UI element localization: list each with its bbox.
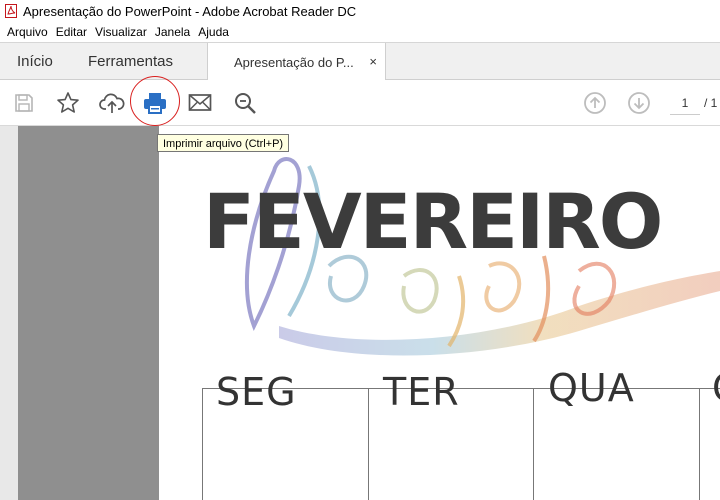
menu-bar: Arquivo Editar Visualizar Janela Ajuda: [0, 22, 720, 42]
window-title: Apresentação do PowerPoint - Adobe Acrob…: [23, 3, 357, 19]
toolbar: [0, 80, 720, 126]
arrow-up-icon: [584, 92, 606, 114]
cloud-upload-icon: [99, 93, 125, 113]
viewer-background: [18, 126, 159, 500]
zoom-search-icon: [235, 93, 256, 114]
print-highlight-circle: [130, 76, 180, 126]
tab-tools[interactable]: Ferramentas: [88, 43, 173, 80]
arrow-down-icon: [628, 92, 650, 114]
acrobat-icon: [5, 4, 17, 18]
weekday-thu: Q: [712, 366, 720, 410]
menu-janela[interactable]: Janela: [155, 25, 190, 39]
menu-arquivo[interactable]: Arquivo: [7, 25, 48, 39]
mail-icon: [188, 94, 212, 111]
save-icon: [15, 94, 33, 112]
star-icon: [57, 92, 79, 113]
print-tooltip: Imprimir arquivo (Ctrl+P): [157, 134, 290, 152]
weekday-mon: SEG: [216, 370, 297, 414]
next-page-button[interactable]: [626, 90, 652, 116]
menu-visualizar[interactable]: Visualizar: [95, 25, 147, 39]
email-button[interactable]: [187, 90, 213, 116]
weekday-wed: QUA: [548, 366, 635, 410]
tab-home[interactable]: Início: [17, 43, 53, 80]
month-title: FEVEREIRO: [203, 177, 663, 266]
weekday-tue: TER: [383, 370, 460, 414]
page-total: / 1: [704, 96, 718, 110]
title-bar: Apresentação do PowerPoint - Adobe Acrob…: [0, 0, 720, 22]
find-button[interactable]: [232, 90, 258, 116]
menu-editar[interactable]: Editar: [56, 25, 87, 39]
left-panel-strip[interactable]: [0, 126, 18, 500]
calendar-grid-line: [533, 388, 534, 500]
calendar-grid-line: [368, 388, 369, 500]
bookmark-button[interactable]: [55, 90, 81, 116]
previous-page-button[interactable]: [582, 90, 608, 116]
save-button[interactable]: [11, 90, 37, 116]
menu-ajuda[interactable]: Ajuda: [198, 25, 229, 39]
close-tab-icon[interactable]: ×: [369, 54, 377, 69]
tab-document[interactable]: Apresentação do P... ×: [207, 43, 386, 81]
tab-document-label: Apresentação do P...: [234, 54, 354, 70]
page-number-input[interactable]: 1: [670, 92, 700, 115]
upload-button[interactable]: [99, 90, 125, 116]
pdf-page: FEVEREIRO SEG TER QUA Q: [159, 126, 720, 500]
tab-bar: Início Ferramentas Apresentação do P... …: [0, 42, 720, 81]
calendar-grid-line: [202, 388, 203, 500]
calendar-grid-line: [699, 388, 700, 500]
